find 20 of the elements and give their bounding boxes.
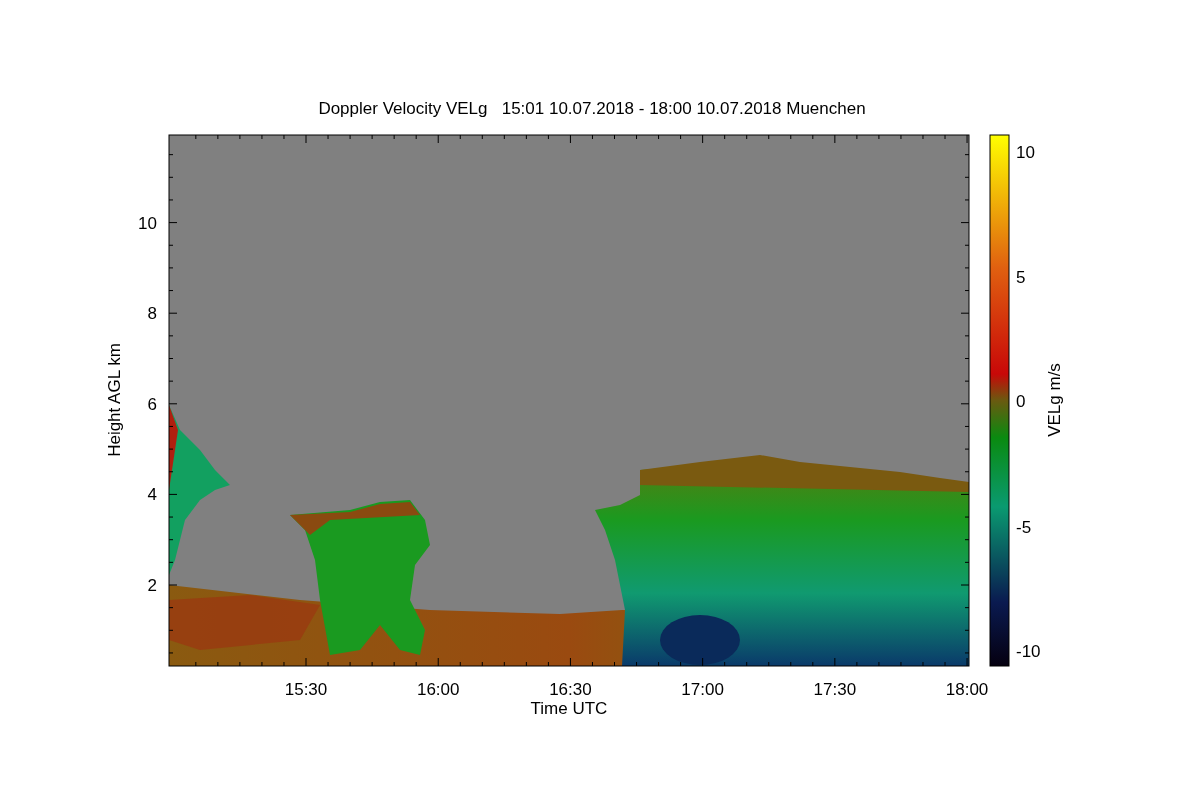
y-tick-label: 6 bbox=[147, 394, 157, 414]
y-tick-label: 10 bbox=[138, 213, 157, 233]
colorbar-tick-label: 0 bbox=[1016, 392, 1026, 411]
colorbar-label: VELg m/s bbox=[1045, 363, 1064, 437]
x-tick-label: 15:30 bbox=[284, 680, 328, 699]
y-tick-label: 8 bbox=[147, 304, 157, 324]
x-tick-label: 17:30 bbox=[813, 680, 857, 699]
x-tick-label: 16:00 bbox=[416, 680, 460, 699]
colorbar-tick-label: 10 bbox=[1016, 143, 1035, 162]
x-tick-label: 17:00 bbox=[681, 680, 724, 699]
y-axis-label: Height AGL km bbox=[105, 343, 124, 457]
x-axis-label: Time UTC bbox=[530, 699, 608, 718]
chart-title: Doppler Velocity VELg 15:01 10.07.2018 - 18:00 10.07.2018 Muenchen bbox=[318, 99, 866, 118]
y-tick-label: 4 bbox=[147, 485, 157, 505]
y-tick-label: 2 bbox=[147, 576, 157, 595]
x-tick-label: 16:30 bbox=[549, 680, 592, 699]
colorbar-tick-label: -5 bbox=[1016, 518, 1032, 537]
colorbar-tick-label: 5 bbox=[1016, 268, 1026, 287]
x-tick-label: 18:00 bbox=[945, 680, 989, 699]
colorbar-tick-label: -10 bbox=[1016, 642, 1041, 661]
